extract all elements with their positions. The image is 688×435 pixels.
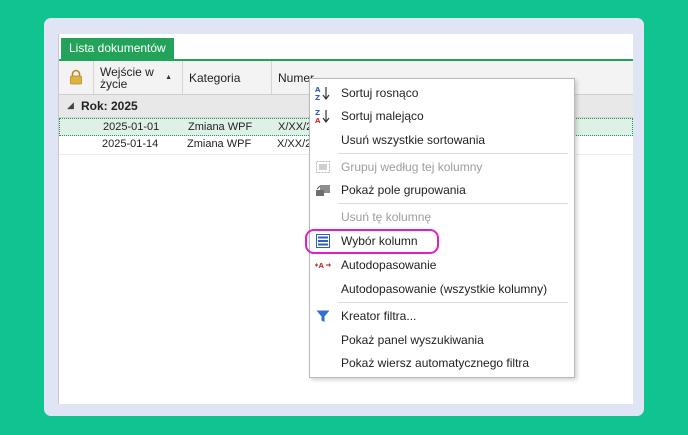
column-header-entry[interactable]: Wejście w życie ▲ (94, 61, 183, 94)
filter-funnel-icon (316, 310, 330, 322)
menu-item-autofit[interactable]: A Autodopasowanie (310, 254, 574, 276)
menu-item-label: Autodopasowanie (341, 258, 437, 272)
menu-item-remove-column: Usuń tę kolumnę (310, 206, 574, 228)
menu-item-filter-editor[interactable]: Kreator filtra... (310, 305, 574, 327)
menu-item-sort-ascending[interactable]: A Z Sortuj rosnąco (310, 82, 574, 104)
column-header-category-label: Kategoria (189, 71, 241, 85)
menu-item-label: Pokaż wiersz automatycznego filtra (341, 356, 530, 370)
group-label: Rok: 2025 (81, 99, 138, 113)
cell-date: 2025-01-14 (102, 138, 159, 150)
menu-item-sort-descending[interactable]: Z A Sortuj malejąco (310, 105, 574, 127)
column-header-lock[interactable] (59, 61, 94, 94)
menu-item-show-auto-filter-row[interactable]: Pokaż wiersz automatycznego filtra (310, 352, 574, 374)
menu-item-label: Usuń tę kolumnę (341, 210, 432, 224)
menu-item-show-find-panel[interactable]: Pokaż panel wyszukiwania (310, 329, 574, 351)
collapse-triangle-icon[interactable]: ◢ (67, 100, 74, 111)
svg-text:A: A (315, 117, 321, 124)
menu-item-label: Pokaż pole grupowania (341, 183, 466, 197)
lock-icon (70, 69, 82, 85)
group-panel-icon (316, 185, 330, 196)
svg-text:A: A (315, 86, 321, 94)
svg-text:Z: Z (315, 109, 320, 117)
autofit-icon: A (315, 262, 331, 270)
menu-item-label: Usuń wszystkie sortowania (341, 133, 486, 147)
menu-item-show-group-panel[interactable]: Pokaż pole grupowania (310, 179, 574, 201)
tab-document-list[interactable]: Lista dokumentów (61, 38, 174, 59)
menu-item-label: Pokaż panel wyszukiwania (341, 333, 484, 347)
svg-text:Z: Z (315, 94, 320, 101)
sort-descending-za-icon: Z A (315, 109, 330, 124)
sort-ascending-az-icon: A Z (315, 86, 330, 101)
column-context-menu: A Z Sortuj rosnąco Z A Sortuj malejąco U… (309, 78, 575, 378)
menu-item-label: Grupuj według tej kolumny (341, 160, 483, 174)
cell-category: Zmiana WPF (187, 138, 252, 150)
menu-separator (338, 203, 568, 204)
highlight-outline (305, 229, 439, 254)
svg-text:A: A (319, 262, 325, 270)
menu-item-autofit-all[interactable]: Autodopasowanie (wszystkie kolumny) (310, 278, 574, 300)
tab-bar: Lista dokumentów (59, 34, 633, 61)
column-header-entry-label: Wejście w życie (100, 65, 154, 91)
sort-ascending-icon: ▲ (165, 74, 172, 81)
menu-separator (338, 153, 568, 154)
menu-item-group-by-column: Grupuj według tej kolumny (310, 156, 574, 178)
group-by-icon (316, 161, 330, 173)
menu-item-label: Sortuj rosnąco (341, 86, 419, 100)
column-header-category[interactable]: Kategoria (183, 61, 272, 94)
menu-item-label: Autodopasowanie (wszystkie kolumny) (341, 282, 548, 296)
menu-separator (338, 302, 568, 303)
cell-date: 2025-01-01 (103, 121, 160, 133)
cell-category: Zmiana WPF (188, 121, 253, 133)
menu-item-label: Sortuj malejąco (341, 109, 424, 123)
menu-item-label: Kreator filtra... (341, 309, 417, 323)
menu-item-clear-sorting[interactable]: Usuń wszystkie sortowania (310, 129, 574, 151)
